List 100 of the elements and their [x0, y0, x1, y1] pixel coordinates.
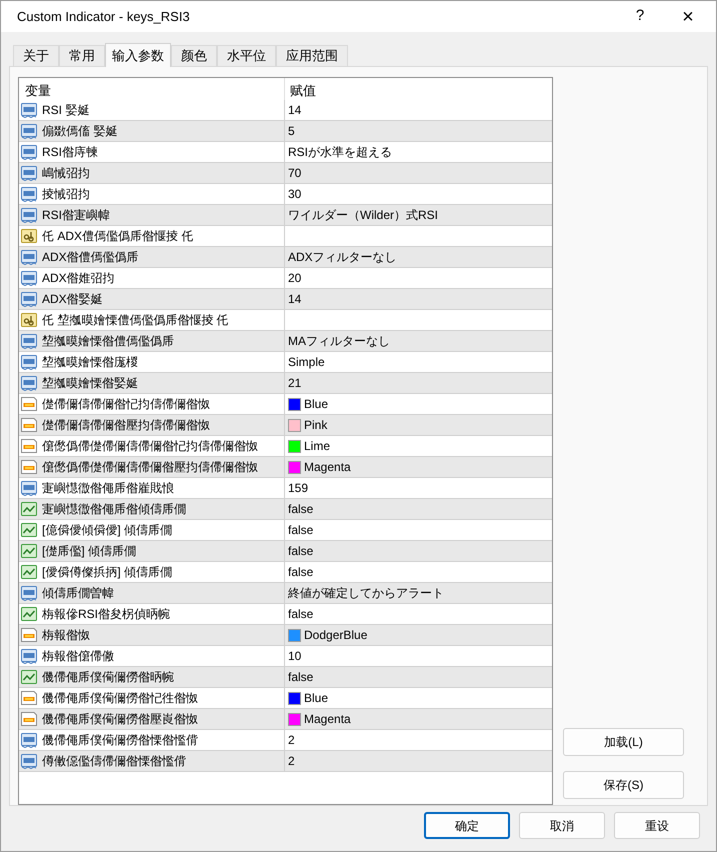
parameter-value[interactable]: false: [288, 605, 314, 623]
dialog-button[interactable]: 重设: [614, 812, 700, 839]
parameter-value[interactable]: 2: [288, 731, 295, 749]
chart-type-icon: [21, 543, 37, 559]
parameter-name: 掕悈弨抣: [42, 186, 90, 203]
parameter-name: 栴報傪RSI偺夋柺偵昞帵: [42, 606, 170, 623]
chart-type-icon: [21, 606, 37, 622]
tab[interactable]: 水平位: [217, 45, 276, 66]
window-title: Custom Indicator - keys_RSI3: [17, 8, 191, 26]
parameter-name: 栴報偺怓: [42, 627, 90, 644]
column-header: 赋值: [289, 82, 317, 100]
parameter-value[interactable]: Pink: [304, 416, 328, 434]
text-type-icon: [21, 228, 37, 244]
chart-type-icon: [21, 501, 37, 517]
chart-type-icon: [21, 669, 37, 685]
number-type-icon: [21, 207, 37, 223]
parameter-name: 僔僌僫儖儔僀儞偺慄偺懢偝: [42, 753, 186, 770]
parameter-value[interactable]: 10: [288, 647, 302, 665]
number-type-icon: [21, 270, 37, 286]
close-button[interactable]: ×: [660, 1, 716, 32]
parameter-name: [僾僢僔儏捠抦] 傾儔乕僩: [42, 564, 172, 581]
parameter-name: 堏摦暯嬒慄偺婜娫: [42, 375, 138, 392]
parameter-name: 嶋悈弨抣: [42, 165, 90, 182]
parameter-value[interactable]: false: [288, 542, 314, 560]
parameter-value[interactable]: RSIが水準を超える: [288, 143, 392, 161]
parameter-name: ADX偺僼傿儖僞乕: [42, 249, 139, 266]
parameter-value[interactable]: MAフィルターなし: [288, 332, 390, 350]
parameter-name: ADX偺婜娫: [42, 291, 103, 308]
parameter-value[interactable]: 5: [288, 122, 295, 140]
save-button[interactable]: 保存(S): [563, 771, 684, 799]
parameter-name: 寁嶼懳徾偺僶乕偺嵟戝悢: [42, 480, 174, 497]
number-type-icon: [21, 123, 37, 139]
parameter-name: 寁嶼懳徾偺僶乕偺傾儔乕僩: [42, 501, 186, 518]
tab[interactable]: 关于: [13, 45, 59, 66]
parameter-name: RSI偺寁嶼幃: [42, 207, 110, 224]
number-type-icon: [21, 165, 37, 181]
parameter-value[interactable]: 20: [288, 269, 302, 287]
parameter-name: 堏摦暯嬒慄偺僼傿儖僞乕: [42, 333, 174, 350]
chart-type-icon: [21, 522, 37, 538]
text-type-icon: [21, 312, 37, 328]
color-type-icon: [21, 711, 37, 727]
parameter-value[interactable]: false: [288, 563, 314, 581]
parameter-value[interactable]: false: [288, 500, 314, 518]
chart-type-icon: [21, 564, 37, 580]
number-type-icon: [21, 354, 37, 370]
color-type-icon: [21, 459, 37, 475]
parameter-name: 儊僀儞儔僀儞偺壓抣儔僀儞偺怓: [42, 417, 210, 434]
tab[interactable]: 应用范围: [276, 45, 348, 66]
parameter-name: 傾儔乕僩曽幃: [42, 585, 114, 602]
color-type-icon: [21, 627, 37, 643]
parameter-name: 僟僀僶乕僕僃儞僗偺昞帵: [42, 669, 174, 686]
parameter-value[interactable]: 21: [288, 374, 302, 392]
parameter-name: 僒僽僞僀儊僀儞儔僀儞偺壓抣儔僀儞偺怓: [42, 459, 258, 476]
parameter-value[interactable]: 70: [288, 164, 302, 182]
number-type-icon: [21, 732, 37, 748]
parameter-value[interactable]: ADXフィルターなし: [288, 248, 397, 266]
parameter-value[interactable]: Magenta: [304, 710, 351, 728]
parameter-value[interactable]: Lime: [304, 437, 330, 455]
parameter-name: [儊乕儖] 傾儔乕僩: [42, 543, 136, 560]
number-type-icon: [21, 375, 37, 391]
number-type-icon: [21, 480, 37, 496]
parameter-value[interactable]: 14: [288, 290, 302, 308]
parameter-value[interactable]: 終値が確定してからアラート: [288, 584, 444, 602]
parameter-value[interactable]: Blue: [304, 395, 328, 413]
parameter-name: RSI偺庤朄: [42, 144, 98, 161]
parameter-name: 仛 堏摦暯嬒慄僼傿儖僞乕偺愝掕 仛: [42, 312, 229, 329]
parameter-name: 僒僽僞僀儊僀儞儔僀儞偺忋抣儔僀儞偺怓: [42, 438, 258, 455]
parameter-value[interactable]: Simple: [288, 353, 325, 371]
number-type-icon: [21, 186, 37, 202]
parameter-value[interactable]: 14: [288, 101, 302, 119]
load-button[interactable]: 加载(L): [563, 728, 684, 756]
number-type-icon: [21, 585, 37, 601]
tab[interactable]: 输入参数: [105, 43, 171, 67]
dialog-button[interactable]: 取消: [519, 812, 605, 839]
parameter-name: 傓敪傿傗 婜娫: [42, 123, 118, 140]
parameter-name: 堏摦暯嬒慄偺庬椶: [42, 354, 138, 371]
parameter-name: 僟僀僶乕僕僃儞僗偺壓崀偺怓: [42, 711, 198, 728]
parameter-value[interactable]: 30: [288, 185, 302, 203]
dialog-button[interactable]: 确定: [424, 812, 510, 839]
parameter-value[interactable]: ワイルダー（Wilder）式RSI: [288, 206, 438, 224]
parameter-value[interactable]: Magenta: [304, 458, 351, 476]
parameter-value[interactable]: 2: [288, 752, 295, 770]
number-type-icon: [21, 249, 37, 265]
parameter-value[interactable]: false: [288, 521, 314, 539]
number-type-icon: [21, 648, 37, 664]
parameter-value[interactable]: Blue: [304, 689, 328, 707]
parameter-name: 儊僀儞儔僀儞偺忋抣儔僀儞偺怓: [42, 396, 210, 413]
parameter-value[interactable]: DodgerBlue: [304, 626, 368, 644]
number-type-icon: [21, 333, 37, 349]
parameter-name: RSI 婜娫: [42, 102, 90, 119]
number-type-icon: [21, 102, 37, 118]
parameter-value[interactable]: false: [288, 668, 314, 686]
parameter-value[interactable]: 159: [288, 479, 308, 497]
number-type-icon: [21, 753, 37, 769]
number-type-icon: [21, 144, 37, 160]
number-type-icon: [21, 291, 37, 307]
tab[interactable]: 常用: [59, 45, 105, 66]
tab[interactable]: 颜色: [171, 45, 217, 66]
help-button[interactable]: ?: [620, 1, 660, 32]
parameter-name: 僟僀僶乕僕僃儞僗偺忋徃偺怓: [42, 690, 198, 707]
